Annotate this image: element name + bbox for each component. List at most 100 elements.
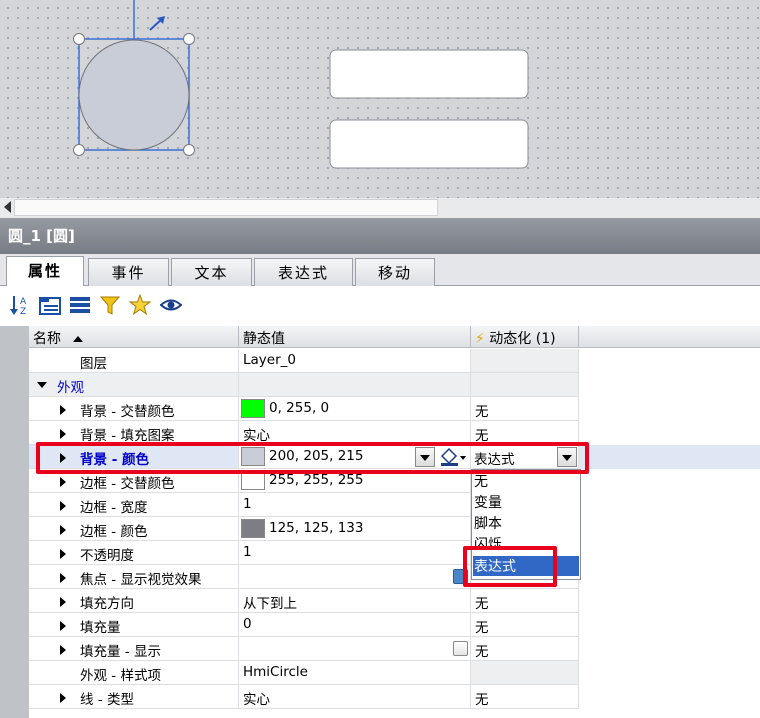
property-name: 填充量 - 显示 [29, 637, 239, 661]
color-swatch[interactable] [241, 519, 265, 538]
column-header-dynamic[interactable]: ⚡ 动态化 (1) [471, 326, 579, 348]
property-value[interactable]: 0, 255, 0 [239, 397, 471, 421]
inspector-title: 圆_1 [圆] [0, 218, 760, 254]
property-dynamic[interactable]: 无 [471, 685, 579, 709]
property-name: 外观 - 样式项 [29, 661, 239, 685]
property-value[interactable]: 从下到上 [239, 589, 471, 613]
property-value[interactable]: Layer_0 [239, 349, 471, 373]
tab-texts[interactable]: 文本 [171, 258, 252, 286]
property-dynamic[interactable]: 无 [471, 589, 579, 613]
table-row[interactable]: 边框 - 颜色 125, 125, 133 [29, 517, 760, 541]
table-row[interactable]: 边框 - 宽度 1 [29, 493, 760, 517]
color-value: 255, 255, 255 [269, 472, 364, 488]
expand-arrow-icon[interactable] [60, 549, 66, 559]
color-value: 125, 125, 133 [269, 520, 364, 536]
tab-events[interactable]: 事件 [88, 258, 169, 286]
eye-icon[interactable] [160, 294, 182, 316]
horizontal-scrollbar[interactable] [0, 198, 760, 218]
table-row[interactable]: 焦点 - 显示视觉效果 [29, 565, 760, 589]
expand-arrow-icon[interactable] [60, 501, 66, 511]
property-name: 背景 - 交替颜色 [29, 397, 239, 421]
table-row[interactable]: 背景 - 交替颜色 0, 255, 0 无 [29, 397, 760, 421]
sort-ascending-icon [73, 336, 84, 342]
property-label: 填充量 - 显示 [80, 644, 161, 660]
table-row-group[interactable]: 外观 [29, 373, 760, 397]
property-value[interactable] [239, 565, 471, 589]
sort-az-icon[interactable]: A Z [10, 294, 32, 316]
property-label: 填充量 [80, 620, 121, 636]
property-name: 填充量 [29, 613, 239, 637]
tab-animations[interactable]: 移动 [355, 258, 435, 286]
screen-canvas[interactable] [0, 0, 760, 198]
fill-display-checkbox[interactable] [453, 641, 468, 656]
property-value[interactable]: 实心 [239, 685, 471, 709]
property-value[interactable] [239, 637, 471, 661]
io-field-1[interactable] [329, 49, 529, 99]
property-value[interactable]: 1 [239, 493, 471, 517]
expand-arrow-icon[interactable] [60, 645, 66, 655]
expand-arrow-icon[interactable] [60, 405, 66, 415]
table-row[interactable]: 填充量 0 无 [29, 613, 760, 637]
property-label: 边框 - 交替颜色 [80, 476, 175, 492]
table-row[interactable]: 图层 Layer_0 [29, 349, 760, 373]
property-value[interactable]: 0 [239, 613, 471, 637]
circle-object[interactable] [78, 39, 190, 151]
expand-arrow-icon[interactable] [60, 597, 66, 607]
table-row[interactable]: 线 - 类型 实心 无 [29, 685, 760, 709]
property-name: 图层 [29, 349, 239, 373]
property-value[interactable]: 125, 125, 133 [239, 517, 471, 541]
property-label: 不透明度 [80, 548, 134, 564]
resize-handle-top-right[interactable] [183, 33, 195, 45]
property-label: 边框 - 颜色 [80, 524, 148, 540]
column-header-static[interactable]: 静态值 [239, 326, 471, 348]
group-label: 外观 [57, 380, 84, 396]
expand-arrow-icon[interactable] [60, 621, 66, 631]
property-dynamic[interactable]: 无 [471, 613, 579, 637]
resize-handle-bottom-right[interactable] [183, 144, 195, 156]
column-header-dynamic-label: 动态化 (1) [489, 331, 556, 347]
property-label: 焦点 - 显示视觉效果 [80, 572, 202, 588]
property-value[interactable]: 1 [239, 541, 471, 565]
dropdown-option-none[interactable]: 无 [473, 471, 579, 491]
table-row[interactable]: 外观 - 样式项 HmiCircle [29, 661, 760, 685]
resize-arrow-icon[interactable] [149, 16, 165, 31]
column-header-name-label: 名称 [33, 331, 61, 347]
property-dynamic[interactable]: 无 [471, 397, 579, 421]
property-value [239, 373, 471, 397]
table-row[interactable]: 填充量 - 显示 无 [29, 637, 760, 661]
property-grid: 名称 静态值 ⚡ 动态化 (1) 图层 Layer_0 外观 背景 - 交替颜色… [0, 326, 760, 718]
property-name: 边框 - 宽度 [29, 493, 239, 517]
expand-arrow-icon[interactable] [60, 429, 66, 439]
dropdown-option-script[interactable]: 脚本 [473, 513, 579, 533]
svg-text:A: A [20, 297, 27, 307]
expand-arrow-icon[interactable] [60, 573, 66, 583]
resize-handle-top-left[interactable] [73, 33, 85, 45]
filter-icon[interactable] [99, 294, 121, 316]
highlight-box-option [463, 546, 557, 587]
scroll-thumb[interactable] [14, 199, 438, 216]
expand-arrow-icon[interactable] [60, 693, 66, 703]
expand-arrow-icon[interactable] [60, 477, 66, 487]
property-name: 线 - 类型 [29, 685, 239, 709]
tab-properties[interactable]: 属性 [6, 256, 84, 287]
tab-strip: 属性 事件 文本 表达式 移动 [0, 254, 760, 287]
dropdown-option-tag[interactable]: 变量 [473, 492, 579, 512]
property-label: 背景 - 交替颜色 [80, 404, 175, 420]
expand-all-icon[interactable] [39, 294, 61, 316]
expand-arrow-icon[interactable] [60, 525, 66, 535]
io-field-2[interactable] [329, 119, 529, 169]
tab-expressions[interactable]: 表达式 [254, 258, 353, 286]
resize-handle-bottom-left[interactable] [73, 144, 85, 156]
collapse-arrow-icon[interactable] [37, 382, 47, 388]
column-header-name[interactable]: 名称 [29, 326, 239, 348]
property-dynamic [471, 661, 579, 685]
property-value[interactable]: HmiCircle [239, 661, 471, 685]
property-dynamic[interactable]: 无 [471, 637, 579, 661]
scroll-left-arrow-icon[interactable] [4, 201, 11, 213]
table-row[interactable]: 填充方向 从下到上 无 [29, 589, 760, 613]
property-label: 填充方向 [80, 596, 134, 612]
table-row[interactable]: 不透明度 1 [29, 541, 760, 565]
star-icon[interactable] [129, 294, 151, 316]
color-swatch[interactable] [241, 399, 265, 418]
collapse-all-icon[interactable] [69, 294, 91, 316]
